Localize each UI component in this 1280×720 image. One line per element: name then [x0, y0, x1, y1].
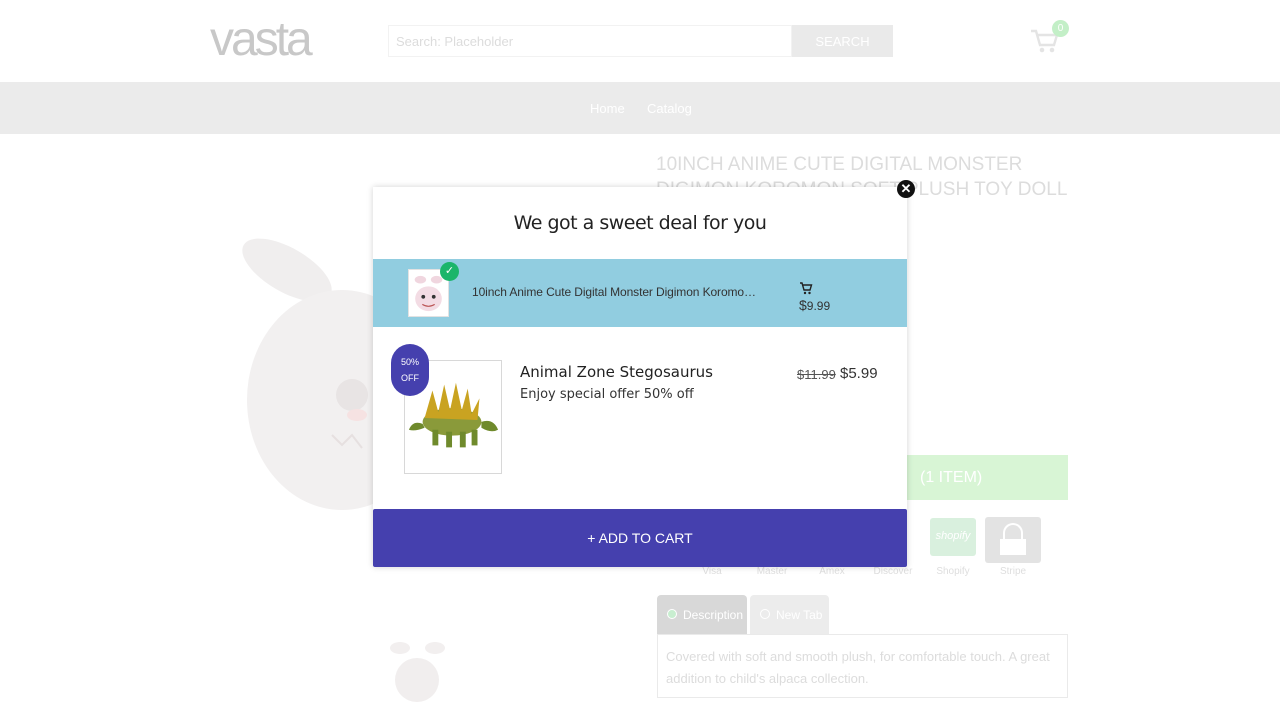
- payment-label-visa: Visa: [702, 566, 722, 577]
- payment-label-stripe: Stripe: [999, 566, 1027, 577]
- site-logo[interactable]: vasta: [210, 12, 313, 67]
- product-thumbnail[interactable]: [380, 636, 454, 706]
- offer-description: Enjoy special offer 50% off: [520, 387, 694, 402]
- payment-label-master: Master: [756, 566, 788, 577]
- tab-new-tab[interactable]: New Tab: [750, 595, 829, 635]
- current-cart-item: ✓ 10inch Anime Cute Digital Monster Digi…: [373, 259, 907, 327]
- nav-catalog[interactable]: Catalog: [647, 101, 692, 116]
- payment-label-amex: Amex: [819, 566, 845, 577]
- tab-new-tab-label: New Tab: [776, 608, 823, 622]
- product-description: Covered with soft and smooth plush, for …: [657, 634, 1068, 698]
- tab-radio-icon: [667, 609, 677, 619]
- payment-label-shopify: Shopify: [936, 566, 970, 577]
- current-item-name: 10inch Anime Cute Digital Monster Digimo…: [472, 285, 762, 299]
- close-icon[interactable]: ✕: [897, 180, 915, 198]
- cart-small-icon: [800, 282, 813, 295]
- tab-description[interactable]: Description: [657, 595, 747, 635]
- modal-title: We got a sweet deal for you: [513, 212, 767, 234]
- upsell-modal: We got a sweet deal for you ✓ 10inch Ani…: [373, 187, 907, 567]
- payment-label-discover: Discover: [873, 566, 913, 577]
- main-nav: Home Catalog: [0, 82, 1280, 134]
- nav-home[interactable]: Home: [590, 101, 625, 116]
- add-to-cart-main-label: (1 ITEM): [920, 469, 983, 486]
- tab-radio-icon: [760, 609, 770, 619]
- site-header: vasta SEARCH 0: [0, 0, 1280, 82]
- discount-badge: 50% OFF: [391, 344, 429, 396]
- cart-count-badge: 0: [1052, 20, 1069, 37]
- search-button[interactable]: SEARCH: [792, 25, 893, 57]
- offer-product-name[interactable]: Animal Zone Stegosaurus: [520, 363, 713, 381]
- tab-description-label: Description: [683, 608, 744, 622]
- selected-check-icon: ✓: [440, 262, 459, 281]
- offer-old-price: $11.99: [797, 367, 836, 382]
- add-to-cart-button[interactable]: + ADD TO CART: [373, 509, 907, 567]
- offer-new-price: $5.99: [840, 365, 878, 382]
- search-input[interactable]: [388, 25, 792, 57]
- shopify-icon: shopify: [930, 518, 976, 556]
- stripe-icon: [985, 517, 1041, 563]
- current-item-price: $9.99: [799, 297, 831, 313]
